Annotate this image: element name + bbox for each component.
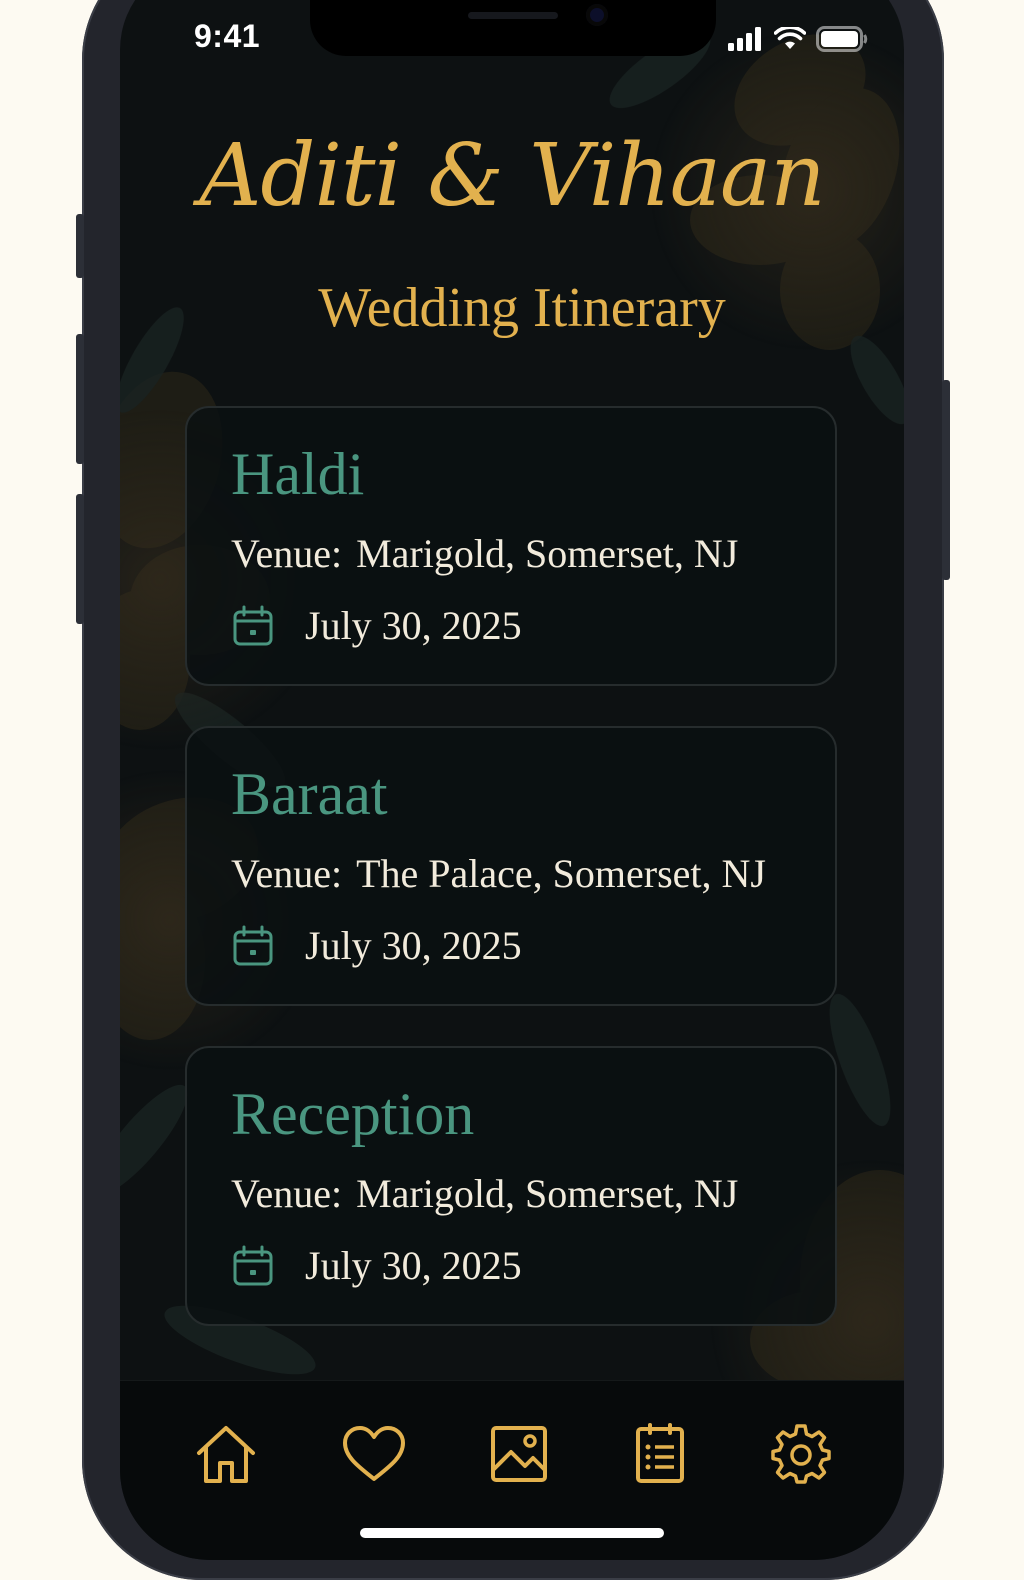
event-title: Haldi: [231, 441, 365, 507]
event-date: July 30, 2025: [305, 1243, 522, 1288]
venue-label: Venue:: [231, 531, 343, 576]
calendar-icon: [233, 1245, 273, 1285]
home-icon: [197, 1426, 255, 1483]
itinerary-list-icon: [636, 1423, 684, 1483]
tab-gallery[interactable]: [484, 1419, 554, 1489]
volume-up-button: [76, 334, 84, 464]
status-icons: [728, 26, 868, 52]
home-indicator: [360, 1528, 664, 1538]
notch: [310, 0, 716, 56]
wifi-icon: [774, 27, 806, 49]
venue-label: Venue:: [231, 851, 343, 896]
event-venue: Venue: The Palace, Somerset, NJ: [231, 850, 766, 897]
heart-icon: [343, 1426, 405, 1481]
event-card-reception[interactable]: Reception Venue: Marigold, Somerset, NJ J…: [185, 1046, 837, 1326]
calendar-icon: [233, 605, 273, 645]
event-date: July 30, 2025: [305, 923, 522, 968]
event-title: Baraat: [231, 761, 388, 827]
page-subtitle: Wedding Itinerary: [318, 277, 726, 339]
event-date: July 30, 2025: [305, 603, 522, 648]
event-title: Reception: [231, 1081, 475, 1147]
cellular-signal-icon: [728, 27, 761, 51]
front-camera: [586, 4, 608, 26]
tab-settings[interactable]: [766, 1419, 836, 1489]
event-date-row: July 30, 2025: [231, 1242, 522, 1289]
venue-value: The Palace, Somerset, NJ: [356, 851, 766, 896]
earpiece-speaker: [468, 12, 558, 19]
action-button: [76, 214, 84, 278]
event-card-baraat[interactable]: Baraat Venue: The Palace, Somerset, NJ Ju…: [185, 726, 837, 1006]
event-card-haldi[interactable]: Haldi Venue: Marigold, Somerset, NJ July …: [185, 406, 837, 686]
tab-itinerary[interactable]: [625, 1419, 695, 1489]
tab-favorites[interactable]: [339, 1419, 409, 1489]
power-button: [942, 380, 950, 580]
venue-label: Venue:: [231, 1171, 343, 1216]
venue-value: Marigold, Somerset, NJ: [356, 1171, 739, 1216]
tab-home[interactable]: [191, 1419, 261, 1489]
couple-names-title: Aditi & Vihaan: [199, 126, 825, 226]
status-time: 9:41: [194, 18, 261, 54]
app-screen: 9:41 Aditi & Vihaan Wedding Itinerary Ha…: [120, 0, 904, 1560]
event-venue: Venue: Marigold, Somerset, NJ: [231, 1170, 738, 1217]
image-icon: [491, 1426, 547, 1482]
battery-icon: [816, 26, 868, 52]
gear-icon: [771, 1424, 831, 1484]
venue-value: Marigold, Somerset, NJ: [356, 531, 739, 576]
volume-down-button: [76, 494, 84, 624]
event-date-row: July 30, 2025: [231, 602, 522, 649]
event-date-row: July 30, 2025: [231, 922, 522, 969]
calendar-icon: [233, 925, 273, 965]
event-venue: Venue: Marigold, Somerset, NJ: [231, 530, 738, 577]
